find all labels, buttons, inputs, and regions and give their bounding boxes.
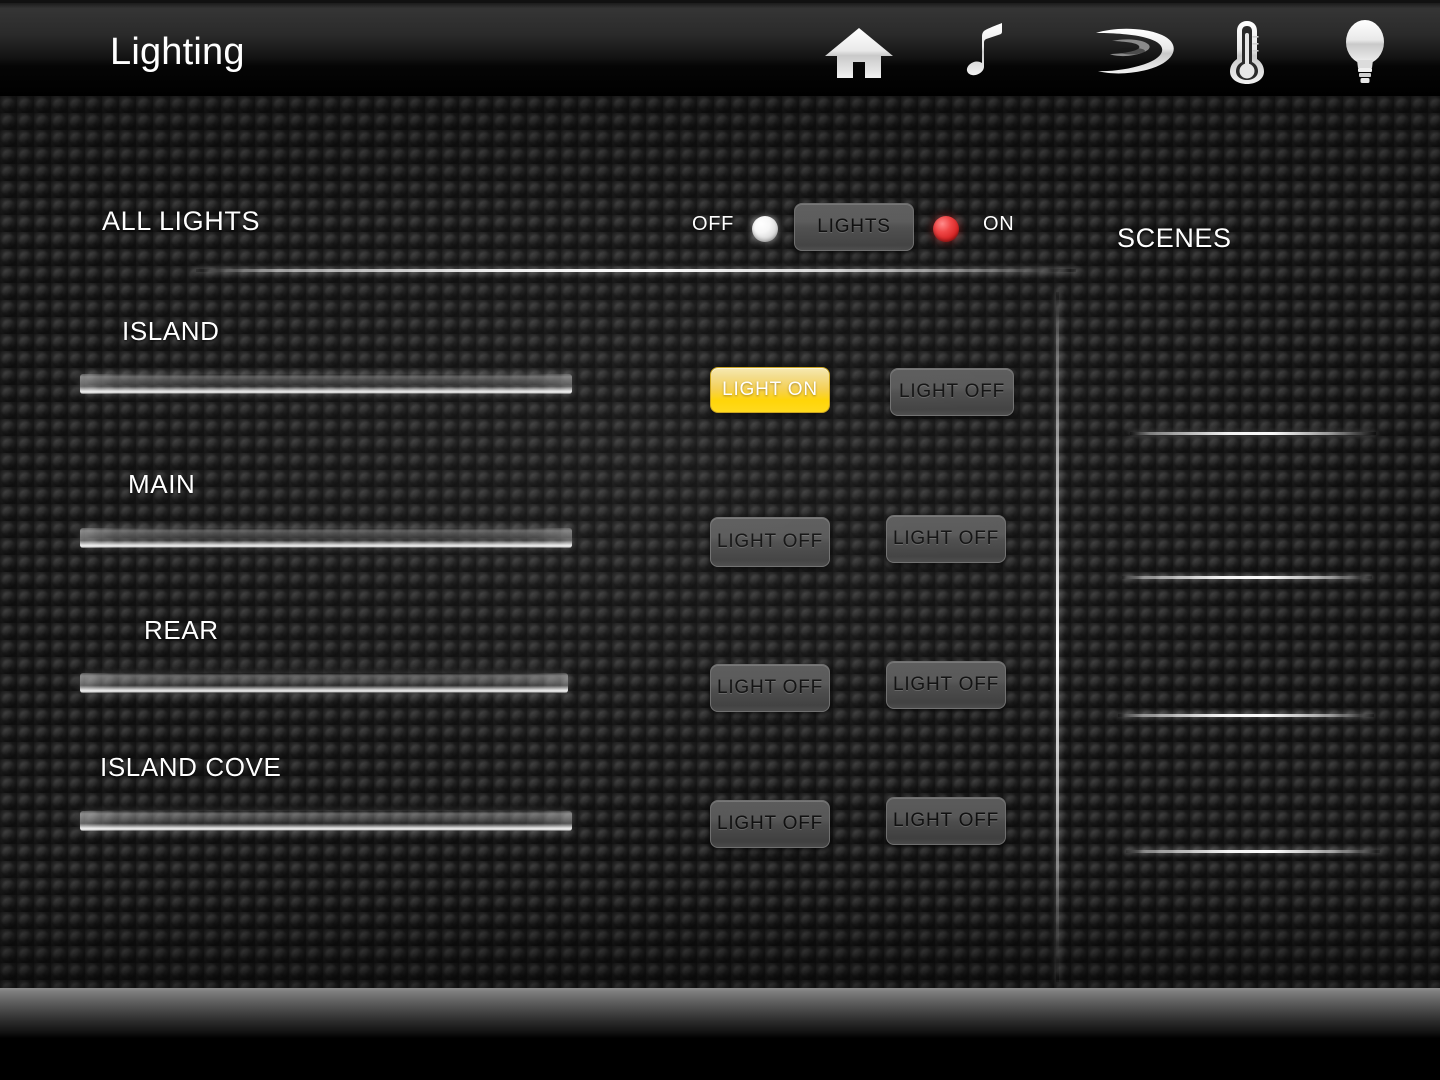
master-off-led <box>752 216 778 242</box>
all-lights-divider <box>196 269 1076 272</box>
lightbulb-icon[interactable] <box>1326 19 1404 85</box>
zone-island-button-off-label: LIGHT OFF <box>898 381 1006 402</box>
zone-main-button-2[interactable]: LIGHT OFF <box>886 515 1006 563</box>
all-lights-toggle-label: LIGHTS <box>817 216 891 237</box>
zone-island-cove-button-1-label: LIGHT OFF <box>716 813 824 834</box>
page-title: Lighting <box>110 31 245 73</box>
bluray-icon[interactable] <box>1082 19 1182 85</box>
zone-main-button-1-label: LIGHT OFF <box>716 531 824 552</box>
home-icon[interactable] <box>820 19 898 85</box>
zone-island-cove-button-1[interactable]: LIGHT OFF <box>710 800 830 848</box>
scene-slot-2[interactable] <box>1122 576 1372 579</box>
zone-rear-button-1[interactable]: LIGHT OFF <box>710 664 830 712</box>
zone-label-island: ISLAND <box>122 316 220 346</box>
footer-bar <box>0 988 1440 1038</box>
zone-island-cove-button-2[interactable]: LIGHT OFF <box>886 797 1006 845</box>
thermometer-icon[interactable] <box>1208 19 1286 85</box>
zone-main-button-2-label: LIGHT OFF <box>892 528 1000 549</box>
zone-label-rear: REAR <box>144 615 219 645</box>
zone-label-island-cove: ISLAND COVE <box>100 752 282 782</box>
master-on-label: ON <box>983 213 1015 235</box>
zone-island-cove-button-2-label: LIGHT OFF <box>892 810 1000 831</box>
scenes-label: SCENES <box>1117 223 1232 253</box>
zone-island-button-off[interactable]: LIGHT OFF <box>890 368 1014 416</box>
zone-slider-main[interactable] <box>80 528 572 548</box>
zone-rear-button-1-label: LIGHT OFF <box>716 677 824 698</box>
all-lights-toggle-button[interactable]: LIGHTS <box>794 203 914 251</box>
master-off-label: OFF <box>692 213 735 235</box>
scene-slot-4[interactable] <box>1126 850 1380 853</box>
zone-island-button-on-label: LIGHT ON <box>722 379 818 400</box>
app-header: Lighting <box>0 0 1440 96</box>
zone-main-button-1[interactable]: LIGHT OFF <box>710 517 830 567</box>
lighting-control-screen: Lighting ALL LIGHTS OFF LIGHTS ON SCENES… <box>0 0 1440 1080</box>
zone-rear-button-2-label: LIGHT OFF <box>892 674 1000 695</box>
zone-slider-rear[interactable] <box>80 673 568 693</box>
zone-rear-button-2[interactable]: LIGHT OFF <box>886 661 1006 709</box>
zone-slider-island-cove[interactable] <box>80 811 572 831</box>
zone-slider-island[interactable] <box>80 374 572 394</box>
main-content: ALL LIGHTS OFF LIGHTS ON SCENES ISLAND L… <box>0 96 1440 988</box>
zone-island-button-on[interactable]: LIGHT ON <box>710 367 830 413</box>
scenes-vertical-divider <box>1056 292 1059 982</box>
scene-slot-1[interactable] <box>1130 432 1376 435</box>
all-lights-label: ALL LIGHTS <box>102 206 261 236</box>
master-on-led <box>933 216 959 242</box>
music-note-icon[interactable] <box>952 19 1030 85</box>
scene-slot-3[interactable] <box>1118 714 1374 717</box>
zone-label-main: MAIN <box>128 469 196 499</box>
footer-black-strip <box>0 1038 1440 1080</box>
